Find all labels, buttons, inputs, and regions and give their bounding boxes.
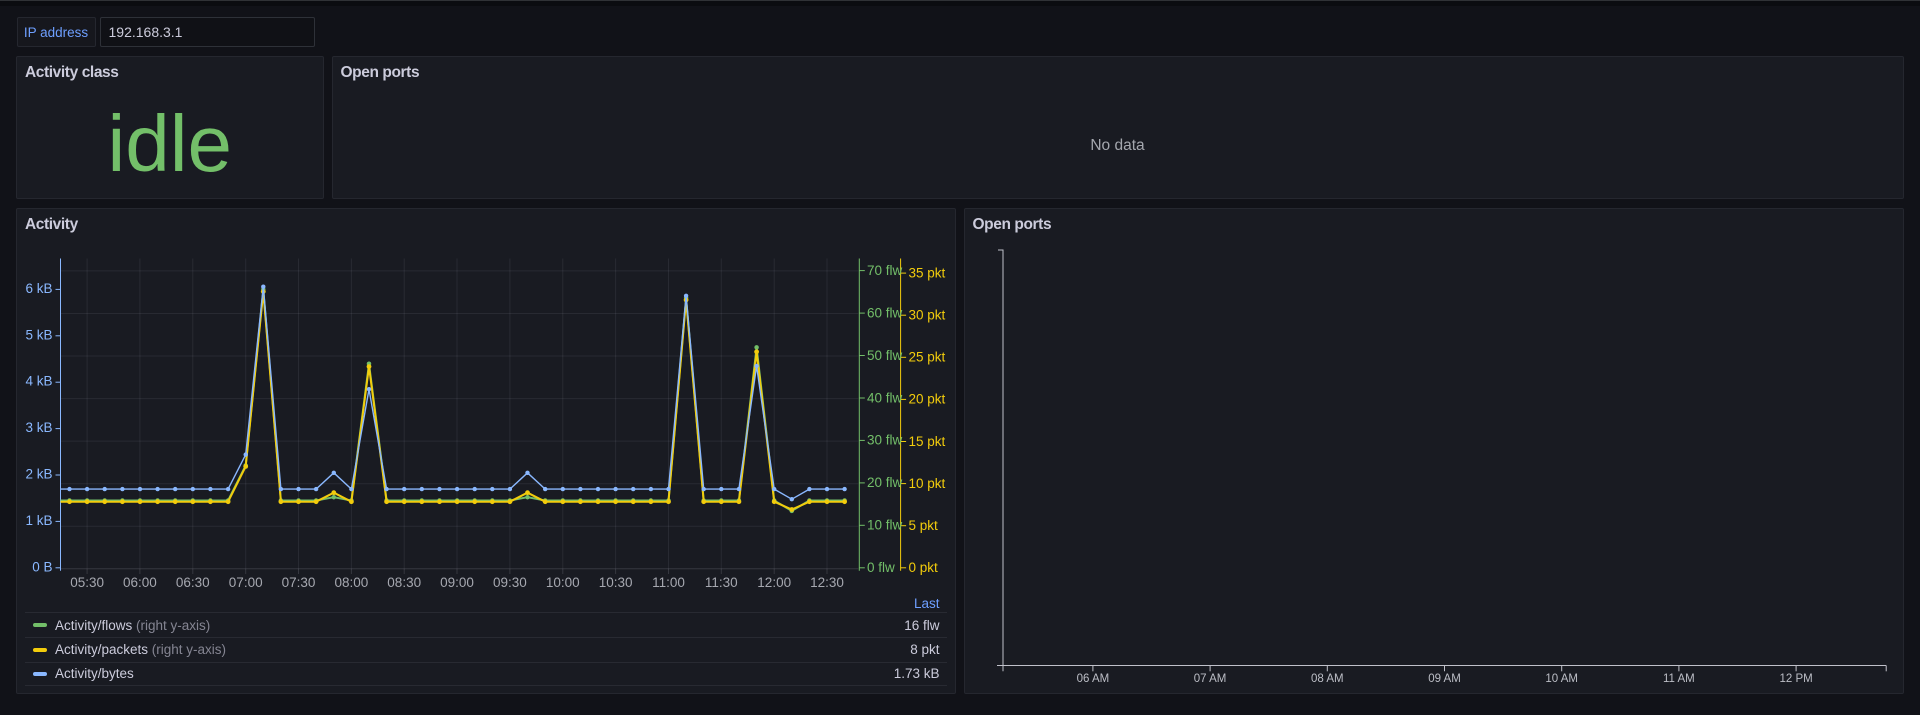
svg-text:08:30: 08:30 <box>387 574 421 589</box>
svg-text:09:30: 09:30 <box>493 574 527 589</box>
svg-text:30 pkt: 30 pkt <box>909 307 946 322</box>
svg-text:5 pkt: 5 pkt <box>909 518 939 533</box>
svg-text:30 flw: 30 flw <box>867 432 903 447</box>
svg-text:6 kB: 6 kB <box>25 280 52 295</box>
svg-text:10 pkt: 10 pkt <box>909 475 946 490</box>
svg-text:08:00: 08:00 <box>335 574 369 589</box>
svg-text:06 AM: 06 AM <box>1076 672 1109 684</box>
svg-text:70 flw: 70 flw <box>867 262 903 277</box>
svg-text:0 B: 0 B <box>32 559 52 574</box>
svg-text:5 kB: 5 kB <box>25 327 52 342</box>
svg-text:06:30: 06:30 <box>176 574 210 589</box>
svg-text:09:00: 09:00 <box>440 574 474 589</box>
svg-text:10:00: 10:00 <box>546 574 580 589</box>
svg-text:12 PM: 12 PM <box>1779 672 1812 684</box>
svg-text:2 kB: 2 kB <box>25 466 52 481</box>
svg-text:07:00: 07:00 <box>229 574 263 589</box>
svg-text:35 pkt: 35 pkt <box>909 265 946 280</box>
svg-text:3 kB: 3 kB <box>25 420 52 435</box>
svg-text:60 flw: 60 flw <box>867 305 903 320</box>
svg-text:07 AM: 07 AM <box>1193 672 1226 684</box>
svg-text:11:00: 11:00 <box>652 574 685 589</box>
svg-text:10:30: 10:30 <box>599 574 633 589</box>
svg-text:06:00: 06:00 <box>123 574 157 589</box>
svg-text:08 AM: 08 AM <box>1310 672 1343 684</box>
svg-text:50 flw: 50 flw <box>867 347 903 362</box>
svg-text:11:30: 11:30 <box>705 574 738 589</box>
svg-text:15 pkt: 15 pkt <box>909 433 946 448</box>
svg-text:1 kB: 1 kB <box>25 512 52 527</box>
svg-text:25 pkt: 25 pkt <box>909 349 946 364</box>
svg-text:10 AM: 10 AM <box>1545 672 1578 684</box>
svg-text:0 pkt: 0 pkt <box>909 560 939 575</box>
svg-text:07:30: 07:30 <box>282 574 316 589</box>
svg-text:05:30: 05:30 <box>70 574 104 589</box>
svg-text:0 flw: 0 flw <box>867 560 895 575</box>
svg-text:10 flw: 10 flw <box>867 517 903 532</box>
svg-text:20 pkt: 20 pkt <box>909 391 946 406</box>
svg-text:40 flw: 40 flw <box>867 390 903 405</box>
svg-text:09 AM: 09 AM <box>1428 672 1461 684</box>
svg-text:4 kB: 4 kB <box>25 373 52 388</box>
svg-text:11 AM: 11 AM <box>1663 672 1695 684</box>
svg-text:12:00: 12:00 <box>757 574 791 589</box>
svg-text:12:30: 12:30 <box>810 574 844 589</box>
svg-text:20 flw: 20 flw <box>867 475 903 490</box>
